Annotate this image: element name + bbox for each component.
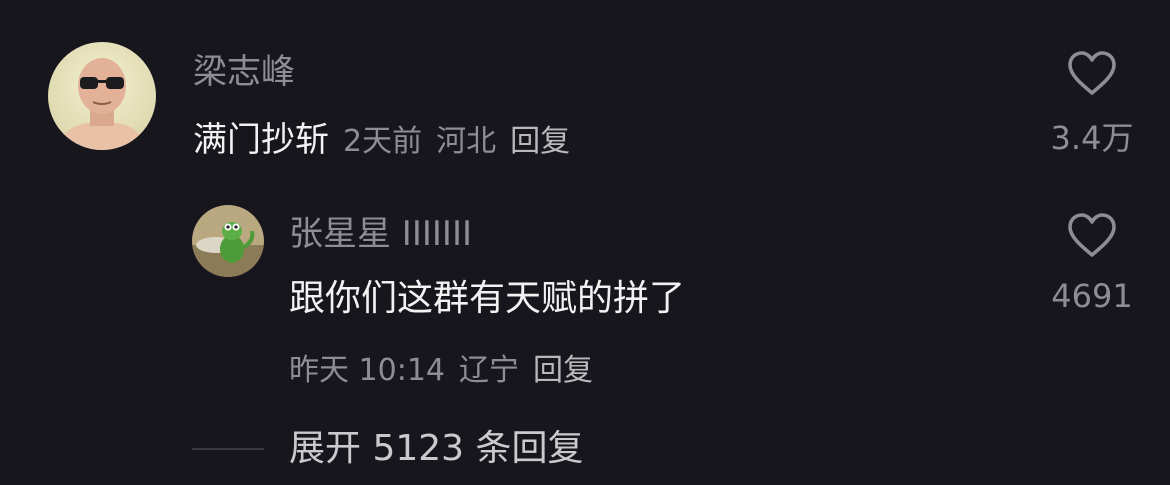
expand-divider [192,448,264,450]
comment-location: 河北 [436,124,497,159]
comment-username[interactable]: 梁志峰 [193,52,295,92]
avatar-cartoon-crocodile-icon [192,205,264,277]
reply-meta-row: 昨天 10:14 辽宁 回复 [289,345,593,389]
comment-thread: 梁志峰 满门抄斩 2天前 河北 回复 3.4万 张星星 IIIIIII 跟你们这… [0,0,1170,485]
expand-replies-button[interactable]: 展开 5123 条回复 [289,425,584,473]
comment-reply-button[interactable]: 回复 [510,116,570,160]
heart-icon [1068,51,1116,95]
comment-time: 2天前 [343,124,423,159]
reply-like-count: 4691 [1051,277,1133,315]
comment-like-count: 3.4万 [1050,119,1134,157]
reply-username[interactable]: 张星星 IIIIIII [289,213,472,255]
comment-like-button[interactable]: 3.4万 [1047,48,1137,158]
reply-text: 跟你们这群有天赋的拼了 [289,278,686,319]
comment-row: 满门抄斩 2天前 河北 回复 [193,116,570,164]
reply-reply-button[interactable]: 回复 [533,345,593,389]
reply-avatar[interactable] [192,205,264,277]
reply-like-button[interactable]: 4691 [1047,210,1137,316]
comment-text: 满门抄斩 [193,120,329,160]
reply-time: 昨天 10:14 [289,353,445,388]
reply-location: 辽宁 [459,353,519,388]
heart-icon [1068,213,1116,257]
avatar-man-sunglasses-icon [48,42,156,150]
avatar[interactable] [48,42,156,150]
